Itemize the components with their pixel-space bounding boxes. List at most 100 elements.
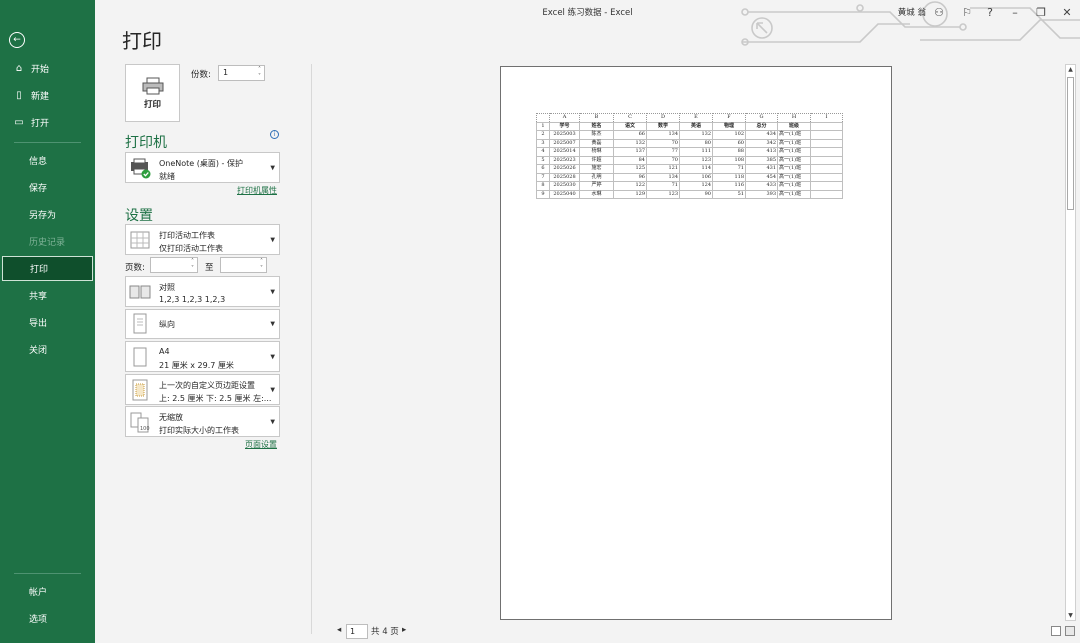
table-cell: 杨琳 — [579, 147, 614, 157]
table-cell: 434 — [745, 130, 778, 140]
table-cell: 2025014 — [549, 147, 580, 157]
next-page-icon[interactable]: ▸ — [402, 625, 406, 635]
back-arrow-icon[interactable]: ← — [9, 32, 25, 48]
chevron-down-icon: ▼ — [270, 386, 275, 393]
margins-value: 上一次的自定义页边距设置 — [159, 381, 255, 390]
printer-icon — [142, 77, 163, 94]
table-cell: 高一(1)班 — [777, 130, 811, 140]
pane-divider — [311, 64, 312, 634]
nav-item-share[interactable]: 共享 — [0, 283, 95, 308]
empty-cell — [810, 147, 843, 157]
column-header: H — [777, 113, 811, 123]
nav-item-label: 开始 — [31, 65, 50, 75]
nav-item-save[interactable]: 保存 — [0, 175, 95, 200]
table-cell: 高一(1)班 — [777, 164, 811, 174]
current-page-input[interactable]: 1 — [346, 624, 368, 639]
paper-size-desc: 21 厘米 x 29.7 厘米 — [159, 361, 234, 370]
nav-item-options[interactable]: 选项 — [0, 606, 95, 631]
print-what-value: 打印活动工作表 — [159, 231, 215, 240]
nav-item-open[interactable]: ▭ 打开 — [0, 110, 95, 135]
orientation-value: 纵向 — [159, 320, 175, 329]
nav-item-new[interactable]: ▯ 新建 — [0, 83, 95, 108]
table-cell: 84 — [613, 155, 647, 165]
empty-cell — [810, 164, 843, 174]
print-button[interactable]: 打印 — [125, 64, 180, 122]
table-cell: 129 — [613, 189, 647, 199]
nav-item-export[interactable]: 导出 — [0, 310, 95, 335]
table-cell: 393 — [745, 189, 778, 199]
paper-size-value: A4 — [159, 347, 170, 356]
account-icon[interactable]: ⚇ — [930, 3, 948, 21]
user-name[interactable]: 黄城 翁 — [898, 6, 926, 18]
prev-page-icon[interactable]: ◂ — [337, 625, 341, 635]
printer-properties-link[interactable]: 打印机属性 — [237, 185, 277, 196]
preview-sheet-table: A B C D E F G H I 1 学号 姓名 语文 数学 英语 物理 总分… — [536, 113, 843, 199]
pages-from-input[interactable]: ˄ ˅ — [150, 257, 198, 273]
copies-stepper[interactable]: 1 ˄ ˅ — [218, 65, 265, 81]
column-header: I — [810, 113, 843, 123]
close-icon[interactable]: ✕ — [1058, 3, 1076, 21]
page-setup-link[interactable]: 页面设置 — [245, 439, 277, 450]
stepper-arrows-icon[interactable]: ˄ ˅ — [260, 258, 263, 272]
table-row: 3 2025007 黄磊 132 70 80 60 342 高一(1)班 — [536, 138, 843, 148]
scroll-down-icon[interactable]: ▼ — [1066, 612, 1075, 619]
empty-cell — [810, 121, 843, 131]
pages-to-input[interactable]: ˄ ˅ — [220, 257, 267, 273]
copies-label: 份数: — [191, 70, 211, 80]
zoom-to-page-icon[interactable] — [1065, 626, 1075, 636]
scaling-desc: 打印实际大小的工作表 — [159, 426, 239, 435]
table-cell: 2025023 — [549, 155, 580, 165]
chevron-down-icon: ▼ — [270, 353, 275, 360]
header-cell: 物理 — [712, 121, 746, 131]
nav-item-home[interactable]: ⌂ 开始 — [0, 56, 95, 81]
preview-scrollbar[interactable]: ▲ ▼ — [1065, 64, 1076, 621]
nav-item-print[interactable]: 打印 — [2, 256, 93, 281]
table-cell: 高一(1)班 — [777, 138, 811, 148]
table-cell: 2025028 — [549, 172, 580, 182]
scaling-dropdown[interactable]: 100 无缩放 打印实际大小的工作表 ▼ — [125, 406, 280, 437]
scroll-up-icon[interactable]: ▲ — [1066, 66, 1075, 73]
nav-item-account[interactable]: 帐户 — [0, 579, 95, 604]
table-cell: 高一(1)班 — [777, 181, 811, 191]
copies-value: 1 — [223, 68, 229, 77]
table-cell: 124 — [679, 181, 713, 191]
nav-item-close[interactable]: 关闭 — [0, 337, 95, 362]
nav-divider — [14, 142, 81, 143]
print-button-label: 打印 — [143, 99, 161, 110]
paper-size-dropdown[interactable]: A4 21 厘米 x 29.7 厘米 ▼ — [125, 341, 280, 372]
minimize-icon[interactable]: – — [1006, 3, 1024, 21]
table-cell: 413 — [745, 147, 778, 157]
show-margins-icon[interactable] — [1051, 626, 1061, 636]
share-icon[interactable]: ⚐ — [958, 3, 976, 21]
nav-item-info[interactable]: 信息 — [0, 148, 95, 173]
empty-cell — [810, 172, 843, 182]
table-cell: 134 — [646, 130, 680, 140]
scroll-thumb[interactable] — [1067, 77, 1074, 210]
total-pages: 共 4 页 — [371, 627, 399, 637]
table-cell: 许超 — [579, 155, 614, 165]
help-icon[interactable]: ? — [981, 3, 999, 21]
nav-item-save-as[interactable]: 另存为 — [0, 202, 95, 227]
chevron-down-icon: ▼ — [270, 320, 275, 328]
table-cell: 70 — [646, 138, 680, 148]
nav-item-label: 新建 — [31, 92, 50, 102]
nav-item-history: 历史记录 — [29, 238, 66, 248]
table-cell: 2025040 — [549, 189, 580, 199]
table-cell: 80 — [679, 138, 713, 148]
row-number: 8 — [536, 181, 550, 191]
info-icon[interactable]: i — [270, 130, 279, 139]
table-row: 5 2025023 许超 84 70 123 108 385 高一(1)班 — [536, 155, 843, 165]
collate-desc: 1,2,3 1,2,3 1,2,3 — [159, 295, 226, 304]
collate-dropdown[interactable]: 对照 1,2,3 1,2,3 1,2,3 ▼ — [125, 276, 280, 307]
printer-section-title: 打印机 — [125, 135, 167, 151]
margins-dropdown[interactable]: 上一次的自定义页边距设置 上: 2.5 厘米 下: 2.5 厘米 左:... ▼ — [125, 374, 280, 405]
orientation-dropdown[interactable]: 纵向 ▼ — [125, 309, 280, 339]
printer-dropdown[interactable]: OneNote (桌面) - 保护 就绪 ▼ — [125, 152, 280, 183]
stepper-arrows-icon[interactable]: ˄ ˅ — [258, 66, 261, 80]
stepper-arrows-icon[interactable]: ˄ ˅ — [191, 258, 194, 272]
chevron-down-icon: ▼ — [270, 236, 275, 243]
print-what-dropdown[interactable]: 打印活动工作表 仅打印活动工作表 ▼ — [125, 224, 280, 255]
restore-icon[interactable]: ❐ — [1032, 3, 1050, 21]
column-header: B — [579, 113, 614, 123]
table-cell: 116 — [712, 181, 746, 191]
